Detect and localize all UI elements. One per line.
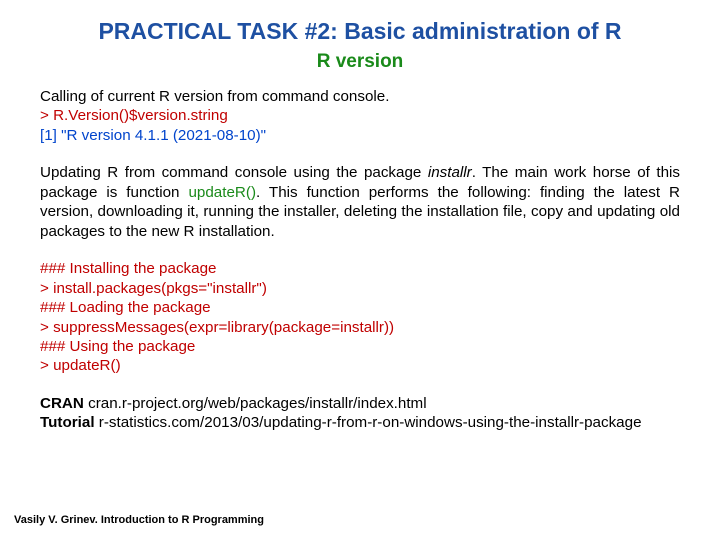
code-line-use: > updateR() <box>40 356 680 375</box>
code-line-version: > R.Version()$version.string <box>40 106 680 125</box>
intro-paragraph: Calling of current R version from comman… <box>40 87 680 106</box>
heading-load: ### Loading the package <box>40 298 680 317</box>
page-title: PRACTICAL TASK #2: Basic administration … <box>40 0 680 45</box>
tutorial-url: r-statistics.com/2013/03/updating-r-from… <box>95 414 642 431</box>
package-name-installr: installr <box>428 164 472 181</box>
cran-line: CRAN cran.r-project.org/web/packages/ins… <box>40 394 680 413</box>
body-content: Calling of current R version from comman… <box>40 73 680 433</box>
footer-credit: Vasily V. Grinev. Introduction to R Prog… <box>14 514 264 526</box>
tutorial-label: Tutorial <box>40 414 95 431</box>
page-subtitle: R version <box>40 45 680 73</box>
tutorial-line: Tutorial r-statistics.com/2013/03/updati… <box>40 413 680 432</box>
output-line-version: [1] "R version 4.1.1 (2021-08-10)" <box>40 126 680 145</box>
code-line-install: > install.packages(pkgs="installr") <box>40 279 680 298</box>
code-line-load: > suppressMessages(expr=library(package=… <box>40 318 680 337</box>
cran-url: cran.r-project.org/web/packages/installr… <box>84 395 427 412</box>
heading-use: ### Using the package <box>40 337 680 356</box>
function-updater: updateR() <box>188 184 256 201</box>
update-text-a: Updating R from command console using th… <box>40 164 428 181</box>
update-paragraph: Updating R from command console using th… <box>40 163 680 241</box>
cran-label: CRAN <box>40 395 84 412</box>
heading-install: ### Installing the package <box>40 259 680 278</box>
slide: PRACTICAL TASK #2: Basic administration … <box>0 0 720 540</box>
